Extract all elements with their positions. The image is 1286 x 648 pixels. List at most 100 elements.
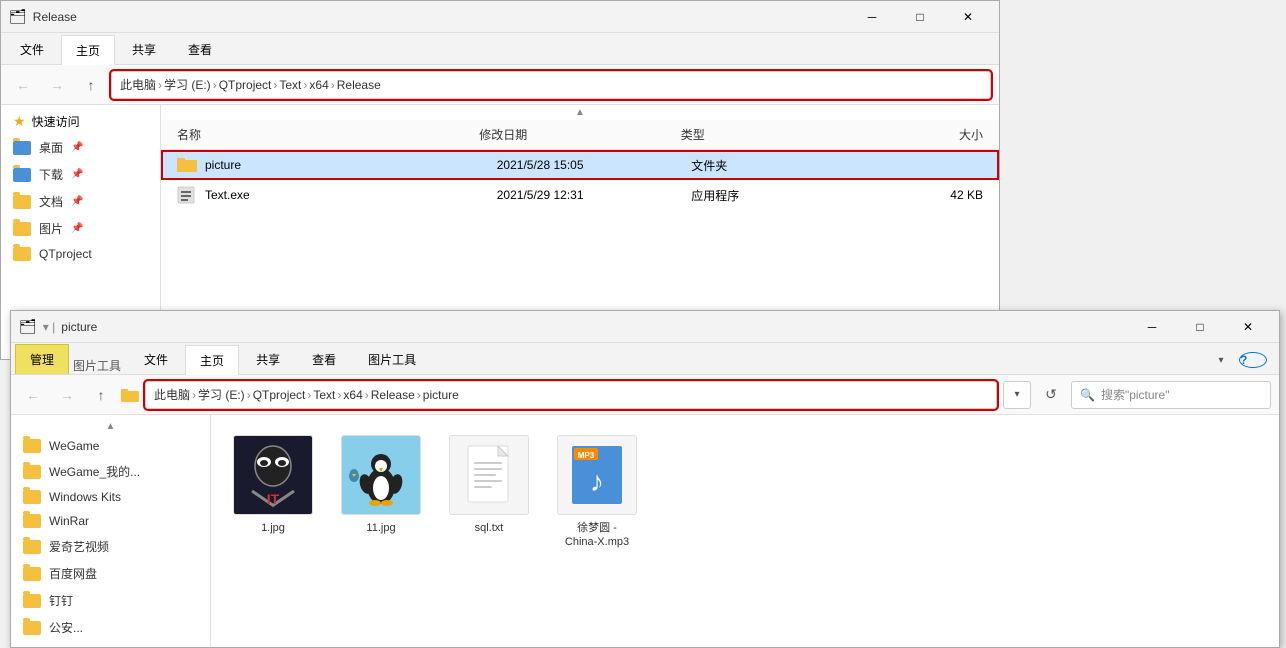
1jpg-thumb: IT — [233, 435, 313, 515]
win2-sidebar-iqiyi[interactable]: 爱奇艺视频 — [11, 533, 210, 560]
win1-folder-icon: 🗂 — [9, 8, 27, 25]
win2-sidebar-windowskits-label: Windows Kits — [49, 490, 121, 504]
win1-sidebar-docs[interactable]: 文档 📌 — [1, 188, 160, 215]
picture-type: 文件夹 — [691, 157, 886, 174]
file-item-11jpg[interactable]: 11.jpg — [331, 427, 431, 558]
win2-titlebar: 🗂 ▾ | picture ─ □ ✕ — [11, 311, 1279, 343]
win2-address-path[interactable]: 此电脑 › 学习 (E:) › QTproject › Text › x64 ›… — [145, 381, 997, 409]
col-date-header[interactable]: 修改日期 — [479, 126, 681, 143]
win1-address-path[interactable]: 此电脑 › 学习 (E:) › QTproject › Text › x64 ›… — [111, 71, 991, 99]
win2-tab-home[interactable]: 主页 — [185, 345, 239, 375]
win2-help-btn[interactable]: ? — [1239, 352, 1267, 368]
win2-sidebar-scroll-up[interactable]: ▲ — [11, 419, 210, 434]
win2-sep1: › — [247, 388, 251, 402]
win2-help-area: ▾ ? — [1199, 346, 1275, 374]
win1-quickaccess-header[interactable]: ★ 快速访问 — [1, 109, 160, 134]
pin-icon-3: 📌 — [71, 223, 83, 234]
win1-sidebar-pics-label: 图片 — [39, 220, 63, 237]
win1-path-part5: Release — [337, 78, 381, 92]
win1-ribbon-tabs: 文件 主页 共享 查看 — [1, 33, 999, 65]
win1-sidebar-qtproject[interactable]: QTproject — [1, 242, 160, 266]
win1-minimize-btn[interactable]: ─ — [849, 1, 895, 33]
win2-controls: ─ □ ✕ — [1129, 311, 1271, 343]
svg-text:IT: IT — [267, 491, 280, 507]
textexe-name: Text.exe — [205, 188, 497, 202]
win2-minimize-btn[interactable]: ─ — [1129, 311, 1175, 343]
file-row-picture[interactable]: picture 2021/5/28 15:05 文件夹 — [161, 150, 999, 180]
win2-maximize-btn[interactable]: □ — [1177, 311, 1223, 343]
win2-address-dropdown[interactable]: ▾ — [1003, 381, 1031, 409]
win1-title: Release — [33, 10, 843, 24]
win2-tab-file[interactable]: 文件 — [129, 344, 183, 374]
win2-sep3: › — [337, 388, 341, 402]
win1-tab-file[interactable]: 文件 — [5, 34, 59, 64]
file-item-sqltxt[interactable]: sql.txt — [439, 427, 539, 558]
mp3-label: 徐梦圆 - China-X.mp3 — [565, 521, 629, 550]
file-row-textexe[interactable]: Text.exe 2021/5/29 12:31 应用程序 42 KB — [161, 180, 999, 210]
win1-close-btn[interactable]: ✕ — [945, 1, 991, 33]
win1-sidebar-download[interactable]: 下载 📌 — [1, 161, 160, 188]
win2-sidebar-gov[interactable]: 公安... — [11, 614, 210, 641]
win1-column-headers: 名称 修改日期 类型 大小 — [161, 120, 999, 150]
win2-tab-share[interactable]: 共享 — [241, 344, 295, 374]
win2-tab-view[interactable]: 查看 — [297, 344, 351, 374]
1jpg-thumbnail-svg: IT — [234, 436, 312, 514]
picture-folder-icon — [177, 156, 197, 174]
win1-tab-view[interactable]: 查看 — [173, 34, 227, 64]
win1-maximize-btn[interactable]: □ — [897, 1, 943, 33]
win1-controls: ─ □ ✕ — [849, 1, 991, 33]
win2-sidebar-baidu-label: 百度网盘 — [49, 565, 97, 582]
win1-sidebar-pics[interactable]: 图片 📌 — [1, 215, 160, 242]
win2-tab-picture-context: 图片工具 — [73, 357, 121, 374]
win1-forward-btn[interactable]: → — [43, 71, 71, 99]
win2-path-part5: Release — [371, 388, 415, 402]
win2-refresh-btn[interactable]: ↺ — [1037, 381, 1065, 409]
win2-sidebar-gov-label: 公安... — [49, 619, 83, 636]
win2-forward-btn[interactable]: → — [53, 381, 81, 409]
win2-tab-manage[interactable]: 管理 — [15, 344, 69, 374]
win1-path-part2: QTproject — [219, 78, 272, 92]
win2-sidebar-winrar-label: WinRar — [49, 514, 89, 528]
win2-sidebar-wegame[interactable]: WeGame — [11, 434, 210, 458]
file-item-mp3[interactable]: MP3 ♪ 徐梦圆 - China-X.mp3 — [547, 427, 647, 558]
win1-sidebar-qtproject-label: QTproject — [39, 247, 92, 261]
win2-up-btn[interactable]: ↑ — [87, 381, 115, 409]
win2-tab-picturetools[interactable]: 图片工具 — [353, 344, 431, 374]
win2-address-folder-icon — [121, 388, 139, 402]
picture-date: 2021/5/28 15:05 — [497, 158, 692, 172]
win2-sidebar-windowskits[interactable]: Windows Kits — [11, 485, 210, 509]
win2-close-btn[interactable]: ✕ — [1225, 311, 1271, 343]
win2-sidebar-wegame2[interactable]: WeGame_我的... — [11, 458, 210, 485]
svg-text:MP3: MP3 — [578, 451, 595, 460]
11jpg-thumb — [341, 435, 421, 515]
window-release: 🗂 Release ─ □ ✕ 文件 主页 共享 查看 ← → ↑ 此电脑 › … — [0, 0, 1000, 360]
win2-content-area: ▲ WeGame WeGame_我的... Windows Kits WinRa… — [11, 415, 1279, 647]
win1-up-btn[interactable]: ↑ — [77, 71, 105, 99]
win2-icon-grid: IT 1.jpg — [211, 415, 1279, 647]
win2-search-box[interactable]: 🔍 搜索"picture" — [1071, 381, 1271, 409]
win2-sidebar-baidu[interactable]: 百度网盘 — [11, 560, 210, 587]
win2-sep4: › — [365, 388, 369, 402]
win2-expand-btn[interactable]: ▾ — [1207, 346, 1235, 374]
dingtalk-folder-icon — [23, 594, 41, 608]
textexe-date: 2021/5/29 12:31 — [497, 188, 692, 202]
search-icon: 🔍 — [1080, 388, 1095, 402]
win1-tab-home[interactable]: 主页 — [61, 35, 115, 65]
win2-path-part3: Text — [313, 388, 335, 402]
win1-sidebar-desktop[interactable]: 桌面 📌 — [1, 134, 160, 161]
gov-folder-icon — [23, 621, 41, 635]
col-type-header[interactable]: 类型 — [681, 126, 883, 143]
win2-search-placeholder: 搜索"picture" — [1101, 386, 1170, 403]
col-name-header[interactable]: 名称 — [177, 126, 479, 143]
sqltxt-label: sql.txt — [475, 521, 504, 535]
col-size-header[interactable]: 大小 — [882, 126, 983, 143]
win1-tab-share[interactable]: 共享 — [117, 34, 171, 64]
star-icon: ★ — [13, 113, 26, 130]
file-item-1jpg[interactable]: IT 1.jpg — [223, 427, 323, 558]
window-picture: 🗂 ▾ | picture ─ □ ✕ 管理 图片工具 文件 主页 共享 查看 … — [10, 310, 1280, 648]
win1-back-btn[interactable]: ← — [9, 71, 37, 99]
windowskits-folder-icon — [23, 490, 41, 504]
win2-sidebar-winrar[interactable]: WinRar — [11, 509, 210, 533]
win2-back-btn[interactable]: ← — [19, 381, 47, 409]
win2-sidebar-dingtalk[interactable]: 钉钉 — [11, 587, 210, 614]
